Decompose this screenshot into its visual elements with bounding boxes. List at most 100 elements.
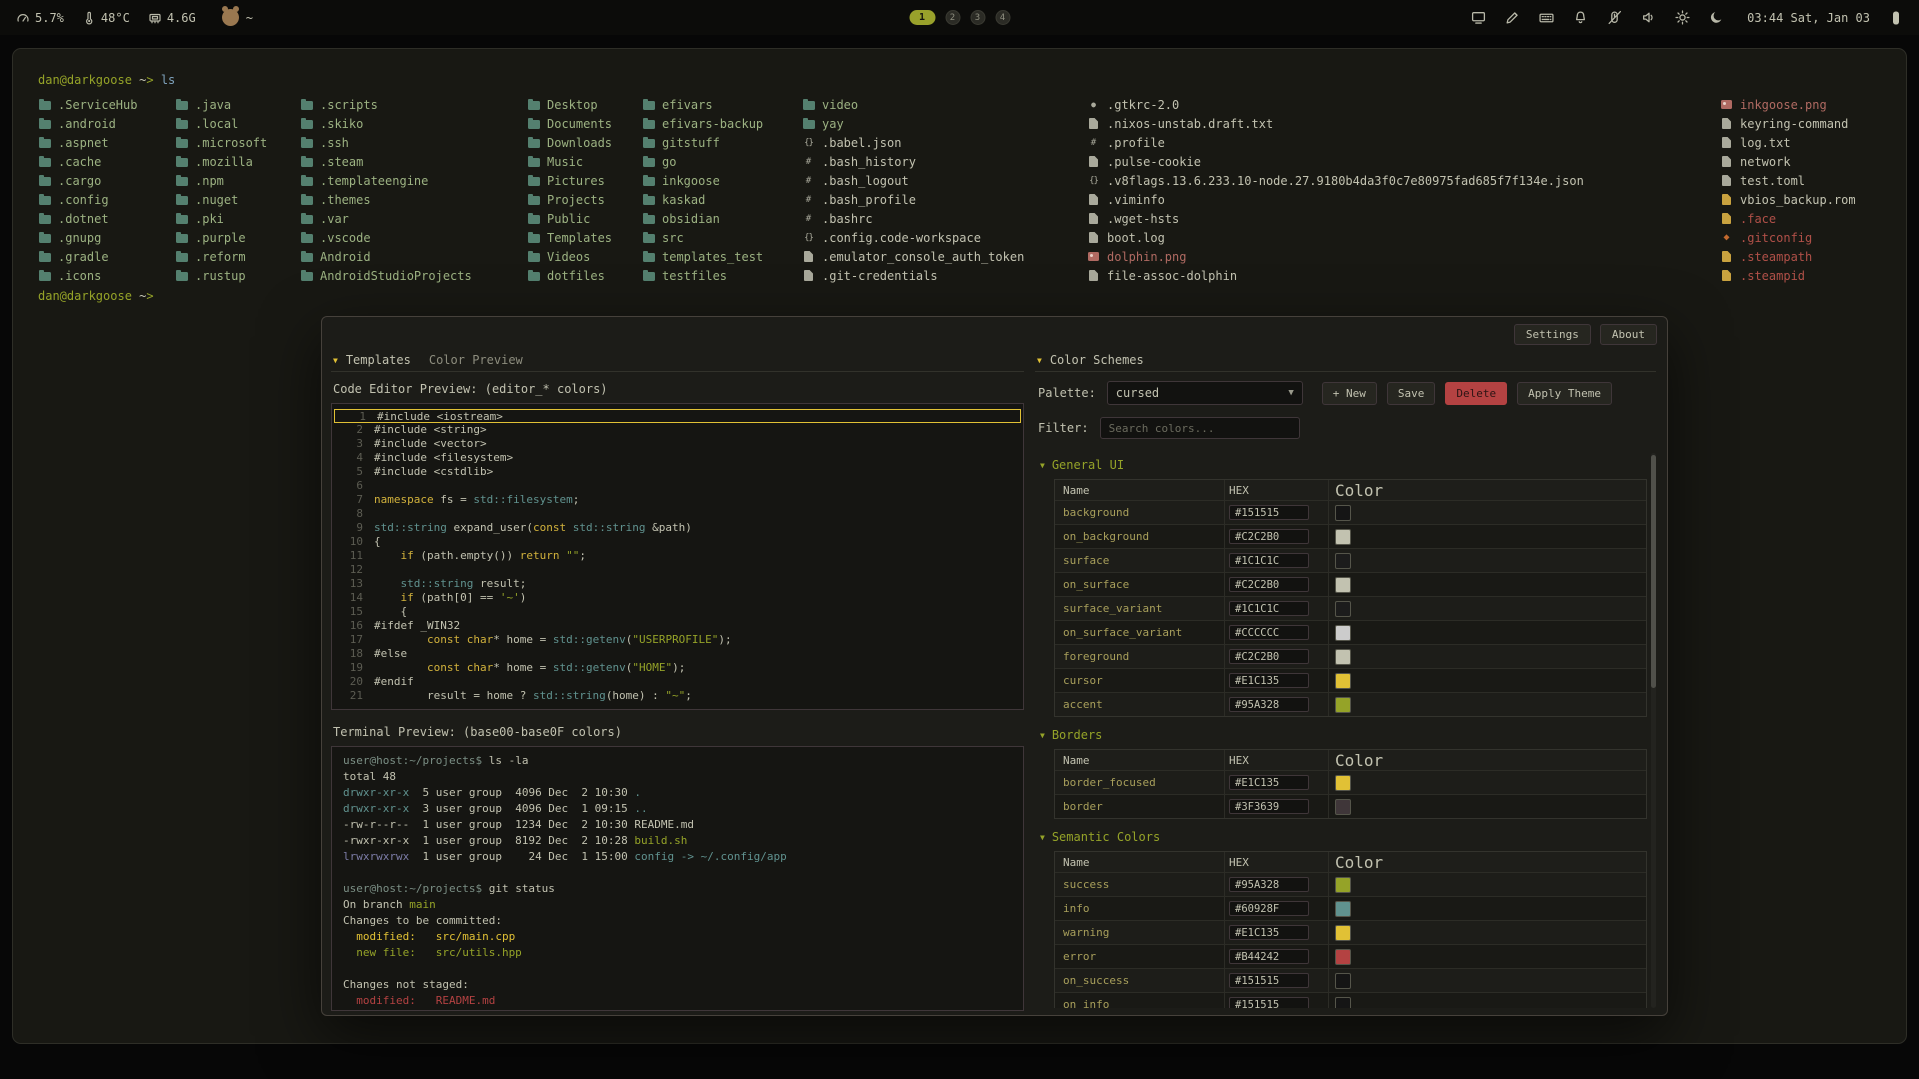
workspace-1[interactable]: 1 (909, 10, 935, 25)
scrollbar-thumb[interactable] (1651, 455, 1656, 688)
folder-icon (38, 137, 51, 148)
ls-item-label: Android (320, 250, 371, 264)
color-swatch[interactable] (1335, 997, 1351, 1009)
ls-item: .steam (300, 152, 472, 171)
scrollbar-track[interactable] (1651, 453, 1656, 1008)
night-light-icon[interactable] (1709, 10, 1724, 25)
hex-value[interactable]: #95A328 (1229, 877, 1309, 892)
terminal-line: drwxr-xr-x 5 user group 4096 Dec 2 10:30… (343, 785, 1012, 801)
app-badge-label: ~ (246, 11, 253, 25)
section-header-semantic-colors[interactable]: ▼Semantic Colors (1040, 829, 1656, 845)
theme-editor-window[interactable]: Settings About ▼ TemplatesColor Preview … (321, 316, 1668, 1016)
ls-item-label: efivars (662, 98, 713, 112)
color-row: on_surface#C2C2B0 (1055, 572, 1646, 596)
ls-item-label: .local (195, 117, 238, 131)
color-swatch[interactable] (1335, 673, 1351, 689)
keyboard-icon[interactable] (1539, 10, 1554, 25)
notifications-icon[interactable] (1573, 10, 1588, 25)
tab-color-preview[interactable]: Color Preview (429, 353, 523, 367)
workspace-4[interactable]: 4 (995, 10, 1010, 25)
delete-button[interactable]: Delete (1445, 382, 1507, 405)
brightness-icon[interactable] (1675, 10, 1690, 25)
workspace-2[interactable]: 2 (945, 10, 960, 25)
hex-value[interactable]: #1C1C1C (1229, 553, 1309, 568)
folder-icon (300, 156, 313, 167)
color-row: border#3F3639 (1055, 794, 1646, 818)
settings-button[interactable]: Settings (1514, 324, 1591, 345)
hex-value[interactable]: #CCCCCC (1229, 625, 1309, 640)
img-icon (1720, 100, 1733, 109)
ls-item: .icons (38, 266, 137, 285)
color-swatch[interactable] (1335, 577, 1351, 593)
ls-item-label: keyring-command (1740, 117, 1848, 131)
code-line: 18#else (332, 647, 1023, 661)
color-swatch[interactable] (1335, 901, 1351, 917)
color-swatch[interactable] (1335, 799, 1351, 815)
color-swatch[interactable] (1335, 877, 1351, 893)
folder-icon (38, 232, 51, 243)
ls-item-label: .reform (195, 250, 246, 264)
hex-value[interactable]: #95A328 (1229, 697, 1309, 712)
color-swatch[interactable] (1335, 697, 1351, 713)
terminal-line: -rwxr-xr-x 1 user group 8192 Dec 2 10:28… (343, 833, 1012, 849)
color-swatch[interactable] (1335, 949, 1351, 965)
shell-icon: # (802, 214, 815, 224)
search-colors-input[interactable] (1100, 417, 1300, 439)
save-button[interactable]: Save (1387, 382, 1436, 405)
hex-value[interactable]: #3F3639 (1229, 799, 1309, 814)
hex-value[interactable]: #C2C2B0 (1229, 529, 1309, 544)
color-table: NameHEXColorsuccess#95A328info#60928Fwar… (1054, 851, 1647, 1008)
ls-item: .purple (175, 228, 267, 247)
memory-icon (148, 11, 162, 25)
tab-templates[interactable]: Templates (346, 353, 411, 367)
hex-value[interactable]: #B44242 (1229, 949, 1309, 964)
color-swatch[interactable] (1335, 649, 1351, 665)
color-swatch[interactable] (1335, 625, 1351, 641)
hex-value[interactable]: #1C1C1C (1229, 601, 1309, 616)
ls-item: Projects (527, 190, 612, 209)
color-swatch[interactable] (1335, 973, 1351, 989)
color-swatch[interactable] (1335, 601, 1351, 617)
screencast-icon[interactable] (1471, 10, 1486, 25)
color-swatch[interactable] (1335, 529, 1351, 545)
color-row: surface#1C1C1C (1055, 548, 1646, 572)
color-swatch[interactable] (1335, 925, 1351, 941)
color-picker-icon[interactable] (1505, 10, 1520, 25)
hex-value[interactable]: #151515 (1229, 505, 1309, 520)
file-icon (1087, 156, 1100, 167)
hex-value[interactable]: #C2C2B0 (1229, 649, 1309, 664)
hex-value[interactable]: #C2C2B0 (1229, 577, 1309, 592)
ls-item-label: .skiko (320, 117, 363, 131)
terminal-line: user@host:~/projects$ git status (343, 881, 1012, 897)
section-header-borders[interactable]: ▼Borders (1040, 727, 1656, 743)
hex-value[interactable]: #151515 (1229, 997, 1309, 1008)
hex-value[interactable]: #E1C135 (1229, 775, 1309, 790)
tablet-device-icon[interactable] (1889, 10, 1903, 26)
color-swatch[interactable] (1335, 775, 1351, 791)
color-swatch[interactable] (1335, 505, 1351, 521)
code-editor-preview: 1#include <iostream>2#include <string>3#… (331, 403, 1024, 710)
ls-item-label: .pulse-cookie (1107, 155, 1201, 169)
ls-item-label: src (662, 231, 684, 245)
apply-theme-button[interactable]: Apply Theme (1517, 382, 1612, 405)
mouse-off-icon[interactable] (1607, 10, 1622, 25)
color-swatch[interactable] (1335, 553, 1351, 569)
ls-item-label: .templateengine (320, 174, 428, 188)
code-line: 11 if (path.empty()) return ""; (332, 549, 1023, 563)
volume-icon[interactable] (1641, 10, 1656, 25)
new-button[interactable]: + New (1322, 382, 1377, 405)
stat-value: 4.6G (167, 11, 196, 25)
ls-item-label: testfiles (662, 269, 727, 283)
hex-value[interactable]: #E1C135 (1229, 673, 1309, 688)
about-button[interactable]: About (1600, 324, 1657, 345)
ls-item: test.toml (1720, 171, 1856, 190)
hex-value[interactable]: #E1C135 (1229, 925, 1309, 940)
palette-select[interactable]: cursed ▼ (1107, 381, 1303, 405)
folder-icon (175, 270, 188, 281)
shell-prompt-line-2: dan@darkgoose ~> (38, 289, 154, 303)
hex-value[interactable]: #60928F (1229, 901, 1309, 916)
hex-value[interactable]: #151515 (1229, 973, 1309, 988)
ls-item: dolphin.png (1087, 247, 1584, 266)
section-header-general-ui[interactable]: ▼General UI (1040, 457, 1656, 473)
workspace-3[interactable]: 3 (970, 10, 985, 25)
